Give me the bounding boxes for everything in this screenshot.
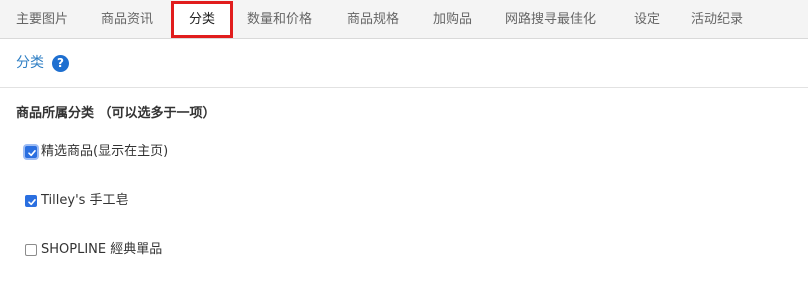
tab-category[interactable]: 分类: [171, 1, 233, 38]
checkbox-featured[interactable]: [25, 146, 37, 158]
checkmark-icon: [28, 150, 36, 157]
section-title: 分类: [16, 55, 44, 71]
checkmark-icon: [28, 199, 36, 206]
checkbox-shopline-classics[interactable]: [25, 244, 37, 256]
checkbox-tilleys-soap[interactable]: [25, 195, 37, 207]
category-group-label: 商品所属分类 （可以选多于一项）: [16, 106, 216, 121]
tab-quantity-price[interactable]: 数量和价格: [247, 0, 312, 39]
tab-activity-log[interactable]: 活动纪录: [691, 0, 743, 39]
tab-product-info[interactable]: 商品资讯: [101, 0, 153, 39]
category-option-label: 精选商品(显示在主页): [41, 144, 169, 159]
question-circle-icon[interactable]: ?: [52, 55, 69, 72]
tab-bar: 主要图片 商品资讯 分类 数量和价格 商品规格 加购品 网路搜寻最佳化 设定 活…: [0, 0, 808, 39]
tab-product-specs[interactable]: 商品规格: [347, 0, 399, 39]
tab-addon-items[interactable]: 加购品: [433, 0, 472, 39]
tab-settings[interactable]: 设定: [634, 0, 660, 39]
category-option-label: SHOPLINE 經典單品: [41, 242, 163, 257]
category-option-label: Tilley's 手工皂: [41, 193, 129, 208]
tab-main-images[interactable]: 主要图片: [16, 0, 68, 39]
tab-seo[interactable]: 网路搜寻最佳化: [505, 0, 596, 39]
section-header: 分类 ?: [0, 40, 808, 88]
